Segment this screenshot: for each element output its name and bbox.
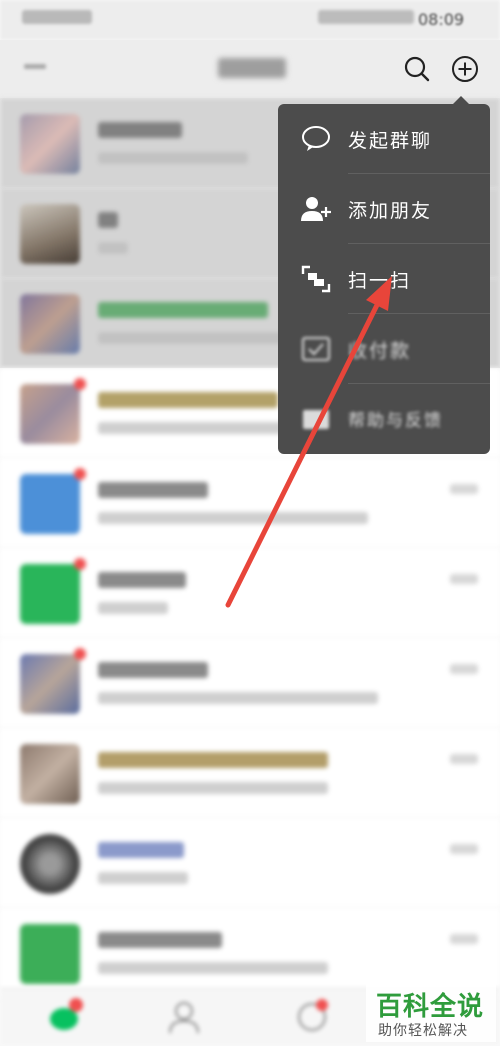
add-menu-popup: 发起群聊 添加朋友 扫一扫 收付款 帮助与反馈 bbox=[278, 104, 490, 454]
chats-tab-icon bbox=[50, 998, 83, 1030]
help-feedback-icon bbox=[303, 410, 329, 429]
search-button[interactable] bbox=[402, 54, 432, 84]
avatar bbox=[20, 744, 80, 804]
menu-item-payment[interactable]: 收付款 bbox=[278, 314, 490, 384]
avatar bbox=[20, 834, 80, 894]
more-icon[interactable] bbox=[24, 64, 46, 69]
add-button[interactable] bbox=[450, 54, 480, 84]
watermark-subtitle: 助你轻松解决 bbox=[378, 1023, 468, 1039]
menu-item-label: 添加朋友 bbox=[348, 200, 433, 222]
avatar bbox=[20, 654, 80, 714]
menu-item-label: 收付款 bbox=[348, 340, 412, 362]
avatar bbox=[20, 564, 80, 624]
scan-icon bbox=[301, 265, 331, 293]
status-icons bbox=[318, 10, 414, 24]
menu-item-label: 帮助与反馈 bbox=[348, 411, 443, 431]
list-item[interactable] bbox=[0, 638, 500, 729]
list-item[interactable] bbox=[0, 548, 500, 639]
avatar bbox=[20, 924, 80, 984]
list-item[interactable] bbox=[0, 458, 500, 549]
menu-item-scan[interactable]: 扫一扫 bbox=[278, 244, 490, 314]
menu-item-label: 扫一扫 bbox=[348, 270, 412, 292]
tab-chats[interactable] bbox=[44, 997, 84, 1037]
add-friend-icon bbox=[301, 197, 331, 221]
menu-item-add-friend[interactable]: 添加朋友 bbox=[278, 174, 490, 244]
page-title bbox=[218, 58, 286, 78]
app-header bbox=[0, 40, 500, 98]
avatar bbox=[20, 474, 80, 534]
chat-bubble-icon bbox=[302, 126, 330, 151]
carrier-label bbox=[22, 10, 92, 24]
status-time: 08:09 bbox=[418, 10, 465, 29]
tab-contacts[interactable] bbox=[164, 997, 204, 1037]
menu-item-label: 发起群聊 bbox=[348, 130, 433, 152]
menu-item-help-feedback[interactable]: 帮助与反馈 bbox=[278, 384, 490, 454]
watermark-title: 百科全说 bbox=[376, 992, 485, 1022]
search-icon bbox=[404, 56, 430, 82]
plus-circle-icon bbox=[452, 56, 478, 82]
list-item[interactable] bbox=[0, 818, 500, 909]
menu-item-group-chat[interactable]: 发起群聊 bbox=[278, 104, 490, 174]
contacts-tab-icon bbox=[169, 1002, 199, 1034]
discover-tab-icon bbox=[298, 999, 328, 1031]
watermark-logo: 百科全说 助你轻松解决 bbox=[366, 984, 496, 1042]
tab-discover[interactable] bbox=[292, 997, 332, 1037]
payment-icon bbox=[302, 337, 330, 361]
avatar bbox=[20, 384, 80, 444]
list-item[interactable] bbox=[0, 728, 500, 819]
